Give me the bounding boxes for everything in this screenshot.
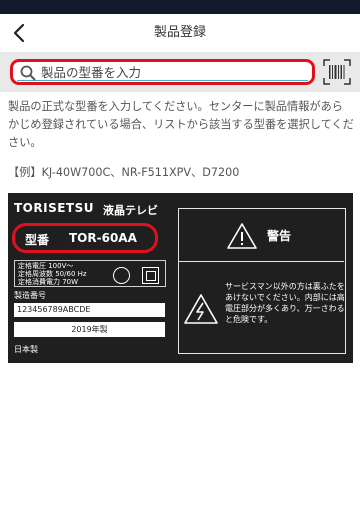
warning-text: サービスマン以外の方は裏ふたをあけないでください。内部には高電圧部分が多くあり、… xyxy=(225,282,345,324)
label-brand: TORISETSU xyxy=(14,201,95,215)
warning-box: 警告 サービスマン以外の方は裏ふたをあけないでください。内部には高電圧部分が多く… xyxy=(178,208,346,354)
label-product-type: 液晶テレビ xyxy=(103,204,158,217)
search-icon xyxy=(20,65,36,81)
model-label: 型番 xyxy=(25,233,50,247)
warning-header: 警告 xyxy=(179,209,344,262)
double-insulation-icon xyxy=(142,267,159,284)
search-bar xyxy=(0,52,360,92)
warning-triangle-icon xyxy=(227,223,257,249)
rating-label-image: TORISETSU 液晶テレビ 型番 TOR-60AA 定格電圧 100V〜 定… xyxy=(8,193,353,363)
serial-label: 製造番号 xyxy=(14,291,46,300)
page-title: 製品登録 xyxy=(153,25,206,40)
circle-symbol-icon xyxy=(113,267,130,284)
barcode-scan-button[interactable] xyxy=(322,58,352,86)
spec-frequency: 定格周波数 50/60 Hz xyxy=(18,270,87,278)
serial-value: 123456789ABCDE xyxy=(14,303,165,317)
spec-voltage: 定格電圧 100V〜 xyxy=(18,262,74,270)
electric-shock-warning-icon xyxy=(184,294,218,324)
spec-power: 定格消費電力 70W xyxy=(18,278,79,286)
search-input[interactable] xyxy=(41,64,306,81)
status-bar xyxy=(0,0,360,14)
model-value: TOR-60AA xyxy=(69,231,137,245)
search-box[interactable] xyxy=(10,59,315,85)
nav-bar: 製品登録 xyxy=(0,14,360,52)
country-of-origin: 日本製 xyxy=(14,345,38,354)
warning-title: 警告 xyxy=(267,229,292,243)
example-text: 【例】KJ-40W700C、NR-F511XPV、D7200 xyxy=(8,166,240,179)
barcode-scan-icon xyxy=(323,59,351,85)
search-field-wrapper xyxy=(17,64,308,81)
manufacture-year: 2019年製 xyxy=(14,322,165,337)
instruction-text: 製品の正式な型番を入力してください。センターに製品情報があらかじめ登録されている… xyxy=(8,100,354,149)
model-number-highlight: 型番 TOR-60AA xyxy=(12,223,158,253)
